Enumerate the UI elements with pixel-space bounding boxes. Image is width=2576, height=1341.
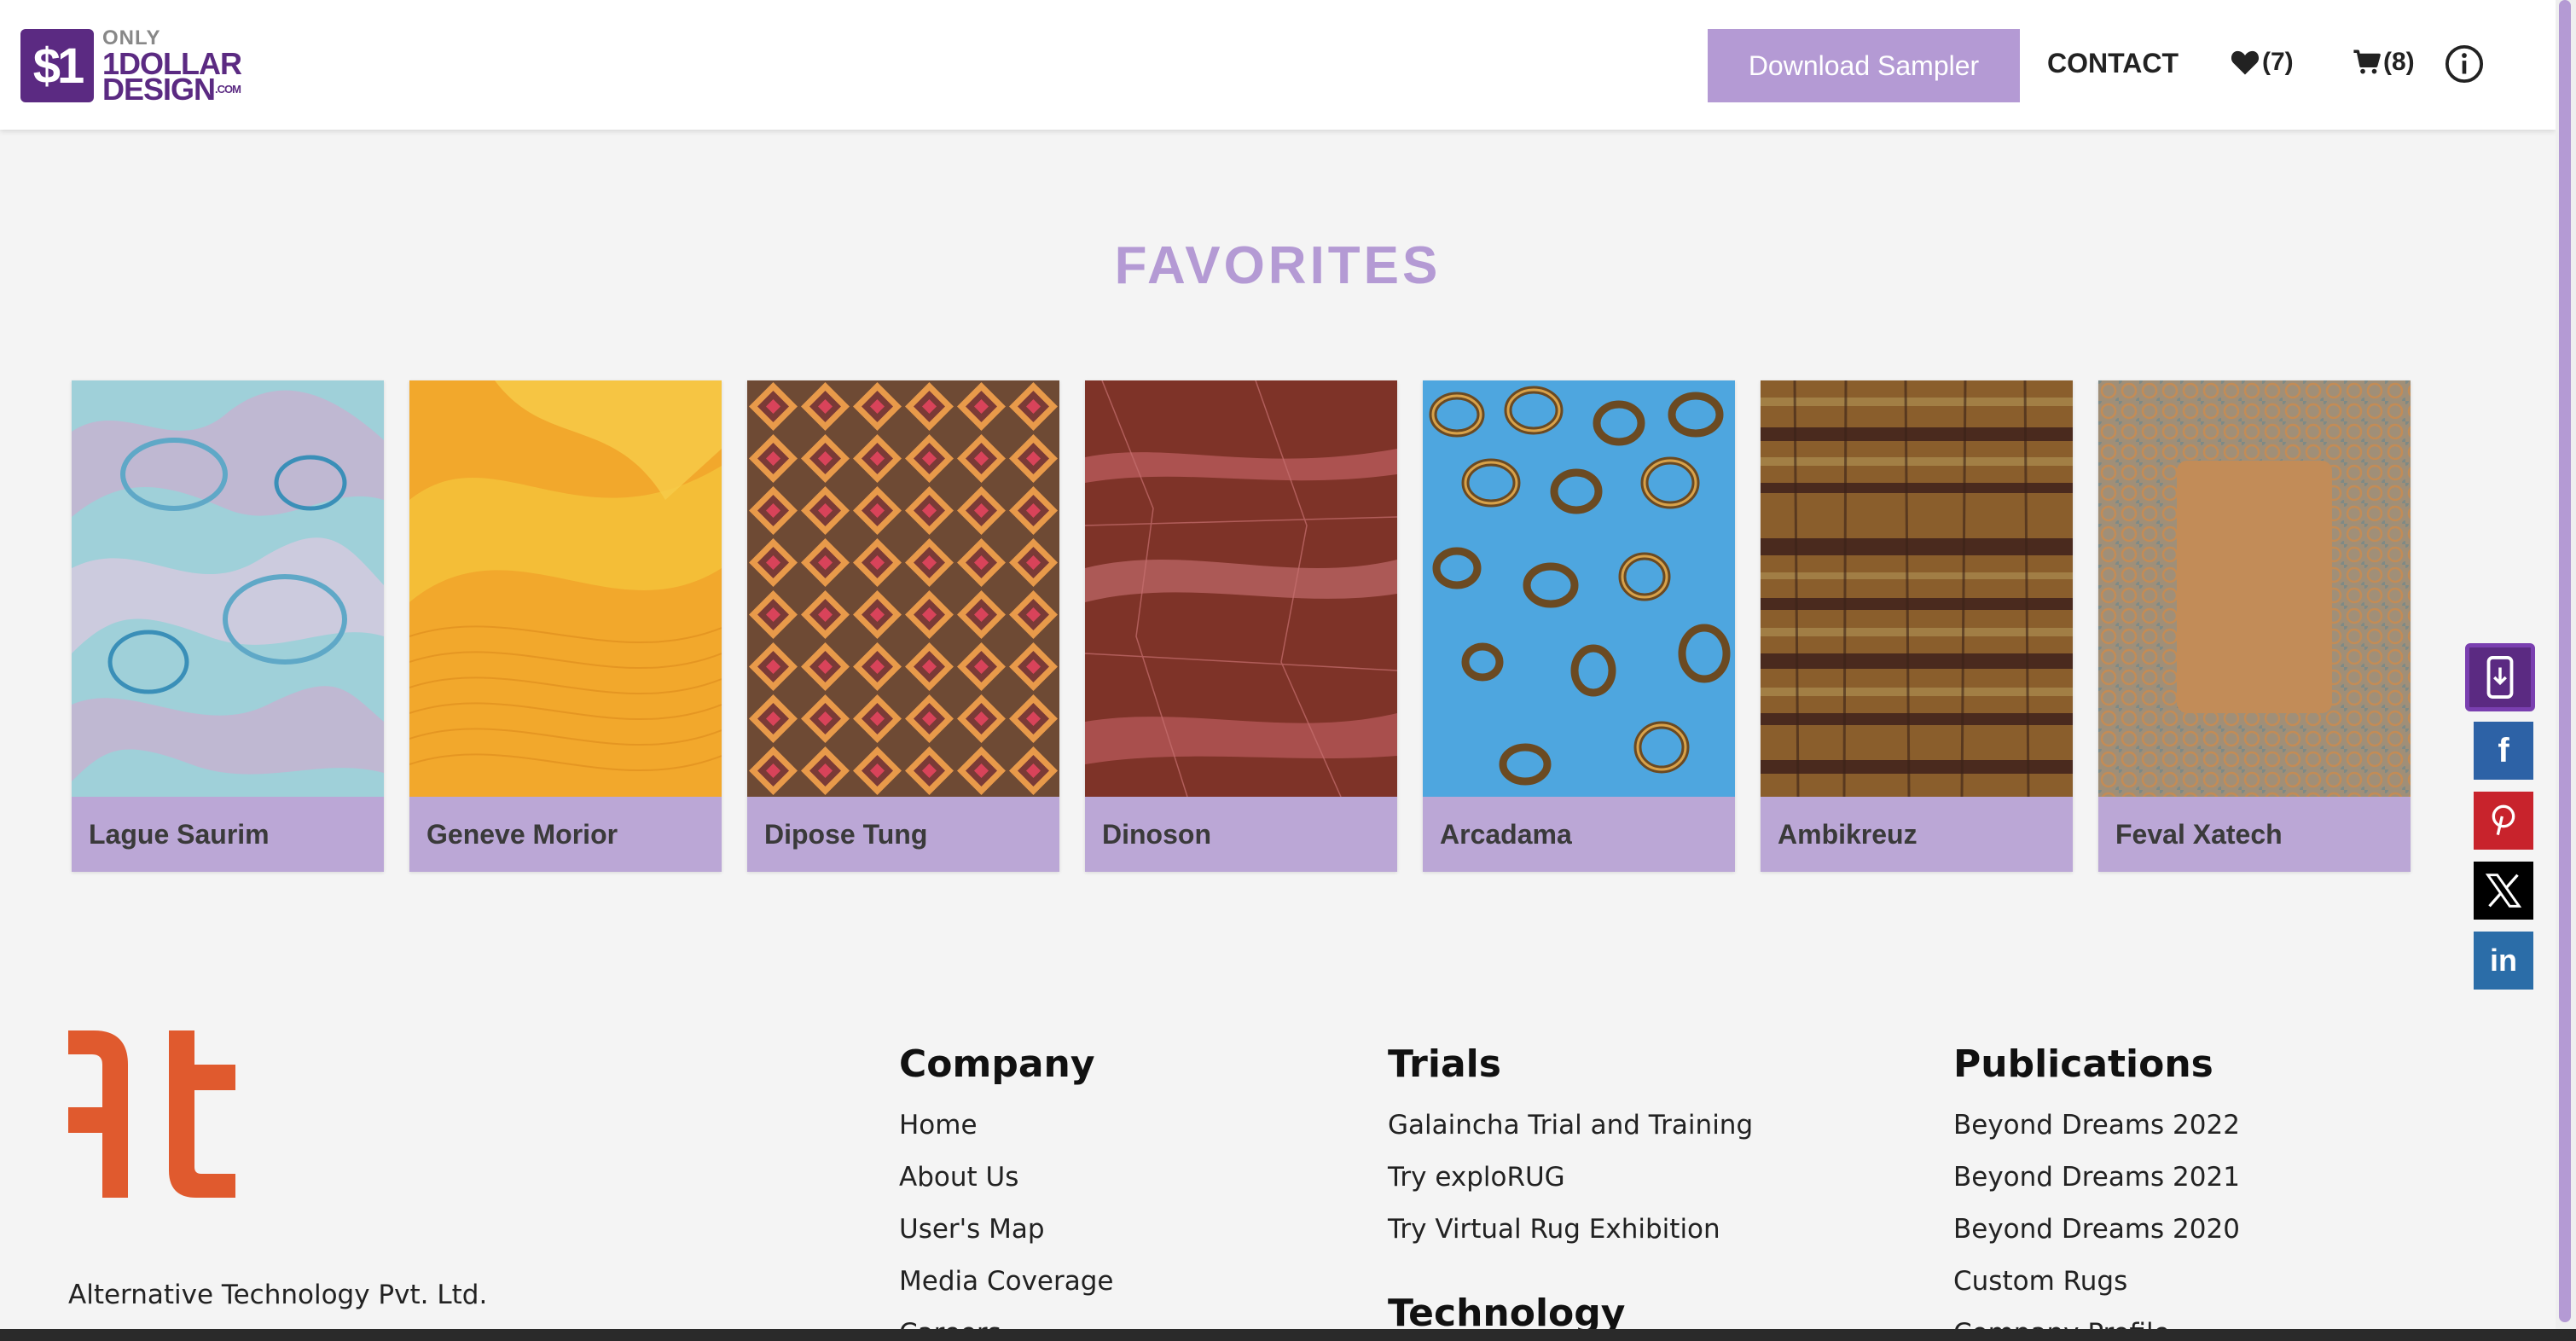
pinterest-icon [2492,804,2515,836]
scrollbar-thumb[interactable] [2559,0,2571,1322]
rug-card[interactable]: Dinoson [1085,380,1397,872]
x-icon [2485,874,2522,908]
cart-count: (8) [2383,48,2415,76]
linkedin-button[interactable]: in [2474,932,2533,990]
x-button[interactable] [2474,862,2533,920]
rug-name: Dinoson [1085,797,1397,872]
pinterest-button[interactable] [2474,792,2533,850]
logo-com: .COM [215,83,241,96]
footer-company-title: Company [899,1042,1095,1086]
company-name: Alternative Technology Pvt. Ltd. [68,1280,488,1310]
rug-card[interactable]: Dipose Tung [747,380,1059,872]
rug-card[interactable]: Ambikreuz [1761,380,2073,872]
rug-card[interactable]: Feval Xatech [2098,380,2411,872]
nav-cart[interactable]: (8) [2353,48,2415,77]
rug-image [1085,380,1397,797]
rug-name: Dipose Tung [747,797,1059,872]
footer-link-about-us[interactable]: About Us [899,1160,1113,1212]
footer-link-beyond-dreams-2022[interactable]: Beyond Dreams 2022 [1953,1108,2240,1160]
site-header: $1 ONLY 1DOLLAR DESIGN.COM Download Samp… [0,0,2556,130]
footer-link-try-explorug[interactable]: Try exploRUG [1388,1160,1753,1212]
logo-line-3-text: DESIGN [102,72,216,107]
favorites-count: (7) [2262,48,2294,76]
footer-link-beyond-dreams-2020[interactable]: Beyond Dreams 2020 [1953,1212,2240,1264]
rug-image [409,380,722,797]
footer-link-try-virtual-rug-exhibition[interactable]: Try Virtual Rug Exhibition [1388,1212,1753,1264]
rug-name: Ambikreuz [1761,797,2073,872]
rug-name: Arcadama [1423,797,1735,872]
at-logo[interactable] [68,1030,239,1201]
footer-link-home[interactable]: Home [899,1108,1113,1160]
rug-card[interactable]: Arcadama [1423,380,1735,872]
app-download-button[interactable] [2465,643,2535,711]
nav-favorites[interactable]: (7) [2230,48,2294,77]
footer-publications-title: Publications [1953,1042,2213,1086]
download-sampler-button[interactable]: Download Sampler [1708,29,2020,102]
facebook-button[interactable]: f [2474,722,2533,780]
info-icon[interactable] [2445,44,2484,84]
linkedin-icon: in [2490,943,2517,978]
logo-mark: $1 [20,29,94,102]
footer-company-column: Company Home About Us User's Map Media C… [899,1042,1113,1341]
logo-text: ONLY 1DOLLAR DESIGN.COM [102,26,242,105]
cart-icon [2353,49,2381,74]
window-bottom-edge [0,1329,2576,1341]
footer-link-galaincha-trial[interactable]: Galaincha Trial and Training [1388,1108,1753,1160]
app-download-icon [2486,656,2514,699]
rug-image [72,380,384,797]
footer-trials-title: Trials [1388,1042,1501,1086]
heart-icon [2231,50,2260,75]
nav-contact-link[interactable]: CONTACT [2047,48,2179,79]
footer-link-users-map[interactable]: User's Map [899,1212,1113,1264]
rug-image [747,380,1059,797]
rug-image [2098,380,2411,797]
rug-image [1761,380,2073,797]
footer-publications-column: Publications Beyond Dreams 2022 Beyond D… [1953,1042,2240,1341]
rug-image [1423,380,1735,797]
rug-name: Lague Saurim [72,797,384,872]
favorites-title: FAVORITES [1114,236,1442,295]
footer-link-custom-rugs[interactable]: Custom Rugs [1953,1264,2240,1316]
footer-link-beyond-dreams-2021[interactable]: Beyond Dreams 2021 [1953,1160,2240,1212]
footer-trials-column: Trials Galaincha Trial and Training Try … [1388,1042,1753,1335]
facebook-icon: f [2498,731,2509,769]
footer-link-media-coverage[interactable]: Media Coverage [899,1264,1113,1316]
site-logo[interactable]: $1 ONLY 1DOLLAR DESIGN.COM [20,26,251,107]
rug-card[interactable]: Geneve Morior [409,380,722,872]
rug-card[interactable]: Lague Saurim [72,380,384,872]
rug-name: Geneve Morior [409,797,722,872]
rug-name: Feval Xatech [2098,797,2411,872]
logo-line-3: DESIGN.COM [102,74,241,105]
